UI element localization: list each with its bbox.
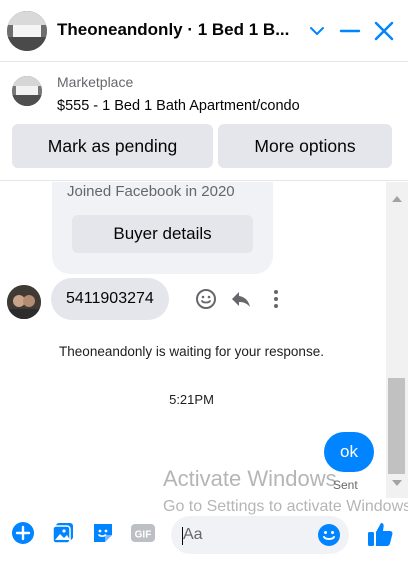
activate-windows-title: Activate Windows xyxy=(163,466,337,491)
contact-avatar[interactable] xyxy=(7,11,47,51)
svg-text:GIF: GIF xyxy=(135,530,152,541)
thumbs-up-icon[interactable] xyxy=(366,520,393,546)
sticker-icon[interactable] xyxy=(90,520,116,546)
timestamp: 5:21PM xyxy=(169,392,214,407)
message-thread: Joined Facebook in 2020 Buyer details 54… xyxy=(0,182,408,498)
chat-title[interactable]: Theoneandonly · 1 Bed 1 B... xyxy=(57,20,289,40)
more-actions-icon[interactable] xyxy=(264,287,288,311)
add-icon[interactable] xyxy=(10,520,36,546)
photo-icon[interactable] xyxy=(50,520,76,546)
minimize-icon[interactable] xyxy=(338,19,362,43)
listing-thumbnail[interactable] xyxy=(12,76,42,106)
joined-facebook-text: Joined Facebook in 2020 xyxy=(67,183,235,200)
scroll-up-arrow-icon[interactable] xyxy=(392,196,402,202)
incoming-message[interactable]: 5411903274 xyxy=(51,278,169,320)
listing-card: Marketplace $555 - 1 Bed 1 Bath Apartmen… xyxy=(0,63,408,181)
message-composer: GIF xyxy=(0,508,408,568)
message-input[interactable] xyxy=(183,516,313,554)
sender-avatar[interactable] xyxy=(7,285,41,319)
chevron-down-icon[interactable] xyxy=(305,19,329,43)
emoji-react-icon[interactable] xyxy=(194,287,218,311)
buyer-details-button[interactable]: Buyer details xyxy=(72,215,253,253)
message-input-wrapper[interactable] xyxy=(171,516,349,554)
gif-icon[interactable]: GIF xyxy=(130,520,156,546)
chat-header: Theoneandonly · 1 Bed 1 B... xyxy=(0,0,408,62)
mark-as-pending-button[interactable]: Mark as pending xyxy=(12,124,213,168)
sent-status: Sent xyxy=(333,478,358,492)
reply-icon[interactable] xyxy=(229,287,253,311)
emoji-icon[interactable] xyxy=(316,522,342,548)
chat-scrollbar[interactable] xyxy=(386,182,408,498)
marketplace-label: Marketplace xyxy=(57,74,134,90)
waiting-notice: Theoneandonly is waiting for your respon… xyxy=(59,344,324,359)
buyer-profile-card: Joined Facebook in 2020 Buyer details xyxy=(52,182,273,274)
close-icon[interactable] xyxy=(372,19,396,43)
more-options-button[interactable]: More options xyxy=(218,124,392,168)
listing-title[interactable]: $555 - 1 Bed 1 Bath Apartment/condo xyxy=(57,98,300,114)
scroll-thumb[interactable] xyxy=(388,378,405,474)
scroll-down-arrow-icon[interactable] xyxy=(392,480,402,486)
